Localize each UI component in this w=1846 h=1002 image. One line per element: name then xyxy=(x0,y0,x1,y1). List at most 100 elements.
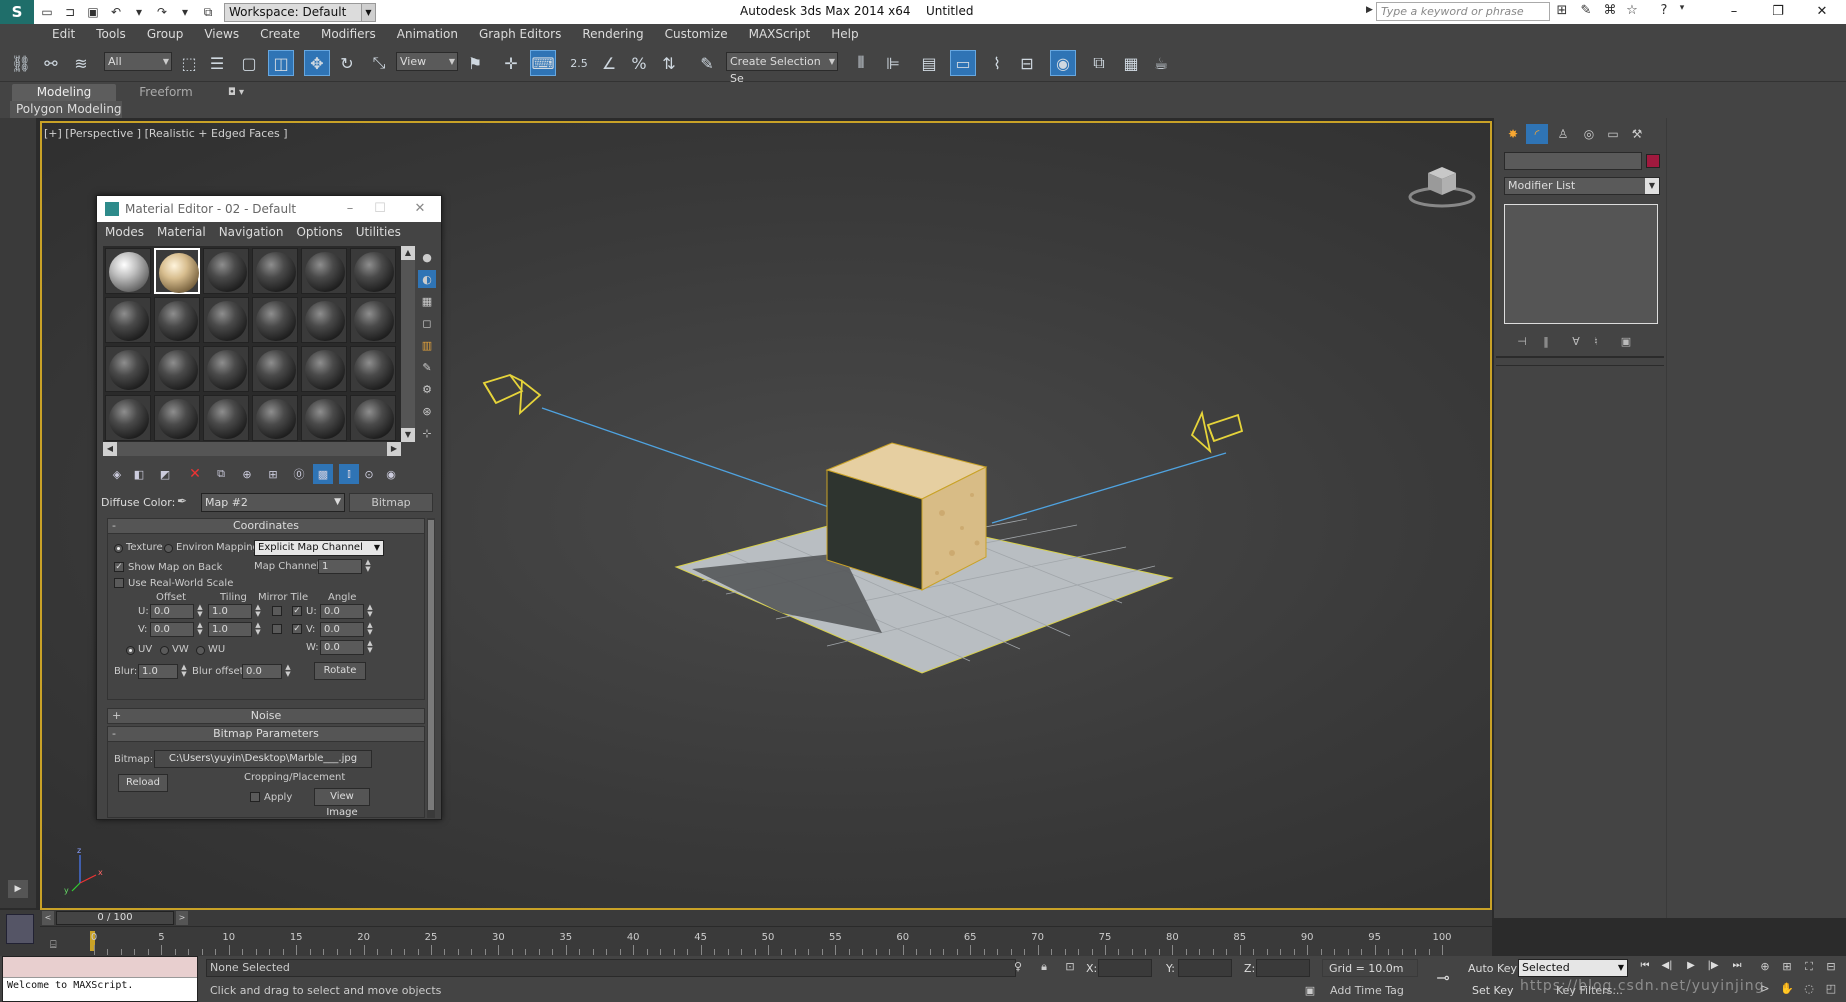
align-icon[interactable]: ⊫ xyxy=(880,50,906,76)
me-menu-utilities[interactable]: Utilities xyxy=(356,225,401,239)
create-tab-icon[interactable]: ✸ xyxy=(1502,124,1524,144)
select-and-rotate-icon[interactable]: ↻ xyxy=(334,50,360,76)
manipulate-icon[interactable]: ✛ xyxy=(498,50,524,76)
show-end-result-toggle-icon[interactable]: ‖ xyxy=(1536,332,1556,350)
material-map-navigator-icon[interactable]: ⊹ xyxy=(418,424,436,442)
motion-tab-icon[interactable]: ◎ xyxy=(1578,124,1600,144)
material-sample-slot[interactable] xyxy=(105,248,151,294)
utilities-tab-icon[interactable]: ⚒ xyxy=(1626,124,1648,144)
mirror-icon[interactable]: ⫴ xyxy=(848,50,874,76)
go-to-parent-icon[interactable]: ⊙ xyxy=(359,464,379,484)
video-color-check-icon[interactable]: ▥ xyxy=(418,336,436,354)
material-sample-slot[interactable] xyxy=(105,297,151,343)
blur-spinner[interactable]: ▲ ▼ xyxy=(180,664,188,679)
mini-curve-editor-toggle[interactable] xyxy=(6,914,34,944)
rectangular-region-icon[interactable]: ▢ xyxy=(236,50,262,76)
select-and-scale-icon[interactable]: ⤡ xyxy=(366,50,392,76)
menu-graph-editors[interactable]: Graph Editors xyxy=(479,27,561,41)
material-editor-titlebar[interactable]: Material Editor - 02 - Default – ☐ ✕ xyxy=(97,196,441,222)
sample-uv-tiling-icon[interactable]: ◻ xyxy=(418,314,436,332)
key-selection-dropdown[interactable]: Selected ▼ xyxy=(1518,959,1628,977)
show-shaded-material-icon[interactable]: ▩ xyxy=(313,464,333,484)
undo-icon[interactable]: ↶ xyxy=(106,3,126,21)
bitmap-params-rollout-header[interactable]: - Bitmap Parameters xyxy=(107,726,425,742)
selection-filter-dropdown[interactable]: All ▼ xyxy=(104,52,172,71)
spinner-snap-icon[interactable]: ⇅ xyxy=(656,50,682,76)
me-close-button[interactable]: ✕ xyxy=(405,199,435,219)
curve-editor-icon[interactable]: ⌇ xyxy=(984,50,1010,76)
map-name-field[interactable]: Map #2 ▼ xyxy=(201,493,345,512)
maximize-viewport-icon[interactable]: ◰ xyxy=(1822,982,1840,1000)
scroll-up-icon[interactable]: ▲ xyxy=(401,246,415,260)
schematic-view-icon[interactable]: ⊟ xyxy=(1014,50,1040,76)
material-sample-slot[interactable] xyxy=(252,346,298,392)
set-key-button[interactable]: Set Key xyxy=(1472,984,1514,997)
texture-radio[interactable] xyxy=(114,544,123,553)
menu-create[interactable]: Create xyxy=(260,27,300,41)
scroll-down-icon[interactable]: ▼ xyxy=(401,428,415,442)
ribbon-options-icon[interactable]: ◘ ▾ xyxy=(222,84,250,101)
backlight-icon[interactable]: ◐ xyxy=(418,270,436,288)
rendered-frame-window-icon[interactable]: ▦ xyxy=(1118,50,1144,76)
coordinates-rollout-header[interactable]: - Coordinates xyxy=(107,518,425,534)
options-icon[interactable]: ⚙ xyxy=(418,380,436,398)
menu-group[interactable]: Group xyxy=(147,27,184,41)
material-sample-slot[interactable] xyxy=(350,395,396,441)
scroll-right-icon[interactable]: ▶ xyxy=(387,442,401,456)
window-crossing-icon[interactable]: ◫ xyxy=(268,50,294,76)
redo-dropdown-icon[interactable]: ▾ xyxy=(175,3,195,21)
listener-input-line[interactable] xyxy=(3,957,197,978)
material-sample-slot[interactable] xyxy=(252,395,298,441)
me-menu-navigation[interactable]: Navigation xyxy=(219,225,284,239)
material-editor-icon[interactable]: ◉ xyxy=(1050,50,1076,76)
material-sample-slot[interactable] xyxy=(203,395,249,441)
slot-horizontal-scrollbar[interactable]: ◀ ▶ xyxy=(103,442,401,456)
vw-radio[interactable] xyxy=(160,646,169,655)
close-button[interactable]: ✕ xyxy=(1800,0,1844,24)
blur-field[interactable]: 1.0 xyxy=(138,664,178,679)
me-menu-modes[interactable]: Modes xyxy=(105,225,144,239)
background-checker-icon[interactable]: ▦ xyxy=(418,292,436,310)
help-dropdown-icon[interactable]: ▾ xyxy=(1672,3,1692,21)
pin-stack-icon[interactable]: ⊣ xyxy=(1512,332,1532,350)
u-offset-spinner[interactable]: ▲ ▼ xyxy=(196,604,204,619)
selection-lock-icon[interactable]: 🔒︎ xyxy=(1036,960,1052,976)
show-map-on-back-checkbox[interactable]: ✓ xyxy=(114,562,124,572)
me-menu-options[interactable]: Options xyxy=(296,225,342,239)
hierarchy-tab-icon[interactable]: ♙ xyxy=(1552,124,1574,144)
curve-editor-mini-icon[interactable]: ⌸ xyxy=(50,938,68,954)
blur-offset-field[interactable]: 0.0 xyxy=(242,664,282,679)
menu-animation[interactable]: Animation xyxy=(397,27,458,41)
save-file-icon[interactable]: ▣ xyxy=(83,3,103,21)
app-logo-icon[interactable]: S xyxy=(0,0,34,24)
menu-modifiers[interactable]: Modifiers xyxy=(321,27,376,41)
menu-help[interactable]: Help xyxy=(831,27,858,41)
reset-map-icon[interactable]: ✕ xyxy=(185,464,205,484)
scroll-thumb[interactable] xyxy=(428,520,434,810)
blur-offset-spinner[interactable]: ▲ ▼ xyxy=(284,664,292,679)
material-sample-slot[interactable] xyxy=(154,346,200,392)
time-slider-next-icon[interactable]: > xyxy=(176,911,188,925)
material-sample-slot[interactable] xyxy=(203,346,249,392)
object-color-swatch[interactable] xyxy=(1646,154,1660,168)
view-image-button[interactable]: View Image xyxy=(314,788,370,818)
orbit-icon[interactable]: ◌ xyxy=(1800,982,1818,1000)
me-menu-material[interactable]: Material xyxy=(157,225,206,239)
search-expand-icon[interactable]: ▶ xyxy=(1366,5,1373,15)
communication-center-icon[interactable]: ⌘ xyxy=(1600,3,1620,21)
material-sample-slot[interactable] xyxy=(105,395,151,441)
subscription-icon[interactable]: ✎ xyxy=(1576,3,1596,21)
set-keys-icon[interactable]: ⊸ xyxy=(1428,968,1458,988)
angle-snap-icon[interactable]: ∠ xyxy=(596,50,622,76)
zoom-extents-icon[interactable]: ⛶ xyxy=(1800,960,1818,978)
material-sample-slot[interactable] xyxy=(350,248,396,294)
link-icon[interactable]: ⛓ xyxy=(8,50,34,76)
snaps-toggle-icon[interactable]: 2.5 xyxy=(566,50,592,76)
object-name-field[interactable] xyxy=(1504,152,1642,170)
auto-key-button[interactable]: Auto Key xyxy=(1468,962,1517,975)
menu-customize[interactable]: Customize xyxy=(665,27,728,41)
uv-radio[interactable] xyxy=(126,646,135,655)
u-tiling-field[interactable]: 1.0 xyxy=(208,604,252,619)
apply-checkbox[interactable] xyxy=(250,792,260,802)
next-frame-icon[interactable]: |▶ xyxy=(1704,960,1722,976)
